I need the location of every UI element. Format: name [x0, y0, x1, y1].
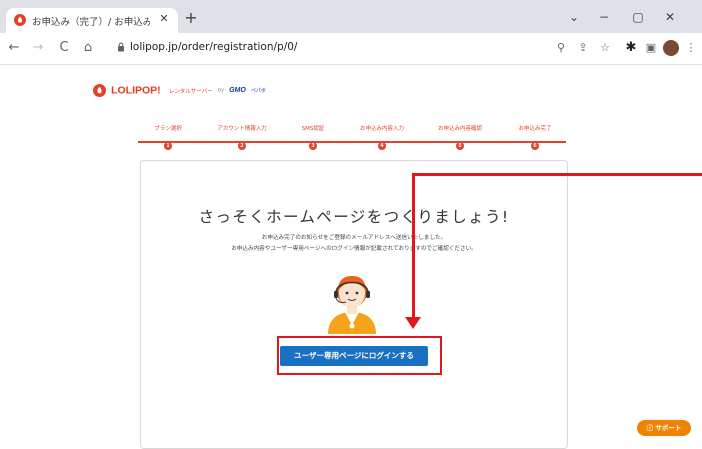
- step-number: 6: [531, 142, 539, 150]
- step-2: アカウント情報入力 2: [202, 124, 282, 151]
- minimize-window-button[interactable]: −: [594, 8, 614, 26]
- close-window-button[interactable]: ✕: [660, 8, 680, 26]
- tab-title: お申込み（完了）/ お申込み - D: [32, 17, 150, 28]
- page-content: LOLIPOP! レンタルサーバー by GMO ペパボ プラン選択 1 アカウ…: [0, 65, 702, 449]
- maximize-window-button[interactable]: ▢: [628, 8, 648, 26]
- step-5: お申込み内容確認 5: [420, 124, 500, 151]
- step-4: お申込み内容入力 4: [342, 124, 422, 151]
- zoom-icon[interactable]: ⚲: [552, 39, 570, 57]
- step-label: アカウント情報入力: [217, 126, 267, 132]
- share-icon[interactable]: ⇪: [574, 39, 592, 57]
- lolipop-favicon-icon: [14, 14, 26, 26]
- lolipop-logo[interactable]: LOLIPOP! レンタルサーバー by GMO ペパボ: [93, 80, 266, 97]
- back-arrow-icon[interactable]: ←: [5, 39, 23, 57]
- step-number: 3: [309, 142, 317, 150]
- logo-sub-text: レンタルサーバー: [168, 88, 213, 95]
- gmo-sub-text: ペパボ: [250, 88, 266, 94]
- annotation-line-horizontal: [412, 173, 702, 176]
- browser-menu-icon[interactable]: ⋮: [684, 39, 698, 57]
- step-number: 4: [378, 142, 386, 150]
- browser-tab-bar: お申込み（完了）/ お申込み - D ✕ + ⌄ − ▢ ✕: [0, 0, 702, 33]
- step-1: プラン選択 1: [128, 124, 208, 151]
- close-tab-icon[interactable]: ✕: [156, 11, 172, 27]
- url-text: lolipop.jp/order/registration/p/0/: [130, 41, 298, 53]
- browser-toolbar: ← → C ⌂ lolipop.jp/order/registration/p/…: [0, 33, 702, 65]
- step-number: 1: [164, 142, 172, 150]
- gmo-logo-text: GMO: [229, 87, 246, 94]
- home-icon[interactable]: ⌂: [79, 39, 97, 57]
- side-panel-icon[interactable]: ▣: [642, 39, 660, 57]
- step-number: 5: [456, 142, 464, 150]
- step-label: SMS認証: [301, 126, 325, 132]
- extensions-puzzle-icon[interactable]: ✱: [622, 39, 640, 57]
- lock-icon: [118, 42, 124, 52]
- annotation-highlight-box: [277, 336, 442, 375]
- step-3: SMS認証 3: [273, 124, 353, 151]
- profile-avatar[interactable]: [663, 40, 679, 56]
- completion-card: さっそくホームページをつくりましょう! お申込み完了のお知らせをご登録のメールア…: [140, 160, 568, 449]
- step-label: お申込み内容入力: [359, 126, 404, 132]
- support-operator-illustration: [328, 276, 376, 334]
- tab-search-chevron-icon[interactable]: ⌄: [564, 8, 584, 26]
- new-tab-button[interactable]: +: [182, 9, 200, 27]
- page-title: さっそくホームページをつくりましょう!: [198, 208, 510, 226]
- lolipop-drop-icon: [93, 84, 106, 97]
- notice-text-line-1: お申込み完了のお知らせをご登録のメールアドレスへ送信いたしました。: [261, 235, 447, 241]
- logo-main-text: LOLIPOP!: [111, 84, 161, 97]
- notice-text-line-2: お申込み内容やユーザー専用ページへのログイン情報が記載されておりますのでご確認く…: [231, 246, 477, 252]
- step-label: プラン選択: [154, 126, 182, 132]
- step-label: お申込み完了: [518, 126, 552, 132]
- logo-by-text: by: [217, 87, 224, 94]
- support-button-label: サポート: [655, 424, 682, 432]
- annotation-line-vertical: [412, 175, 415, 320]
- browser-tab[interactable]: お申込み（完了）/ お申込み - D ✕: [6, 8, 178, 33]
- bookmark-star-icon[interactable]: ☆: [596, 39, 614, 57]
- step-number: 2: [238, 142, 246, 150]
- reload-icon[interactable]: C: [55, 39, 73, 57]
- address-bar[interactable]: lolipop.jp/order/registration/p/0/: [102, 37, 600, 59]
- support-button[interactable]: ⓘ サポート: [637, 420, 691, 436]
- step-label: お申込み内容確認: [437, 126, 482, 132]
- step-6: お申込み完了 6: [495, 124, 575, 151]
- forward-arrow-icon[interactable]: →: [29, 39, 47, 57]
- annotation-arrow-down-icon: [405, 317, 421, 329]
